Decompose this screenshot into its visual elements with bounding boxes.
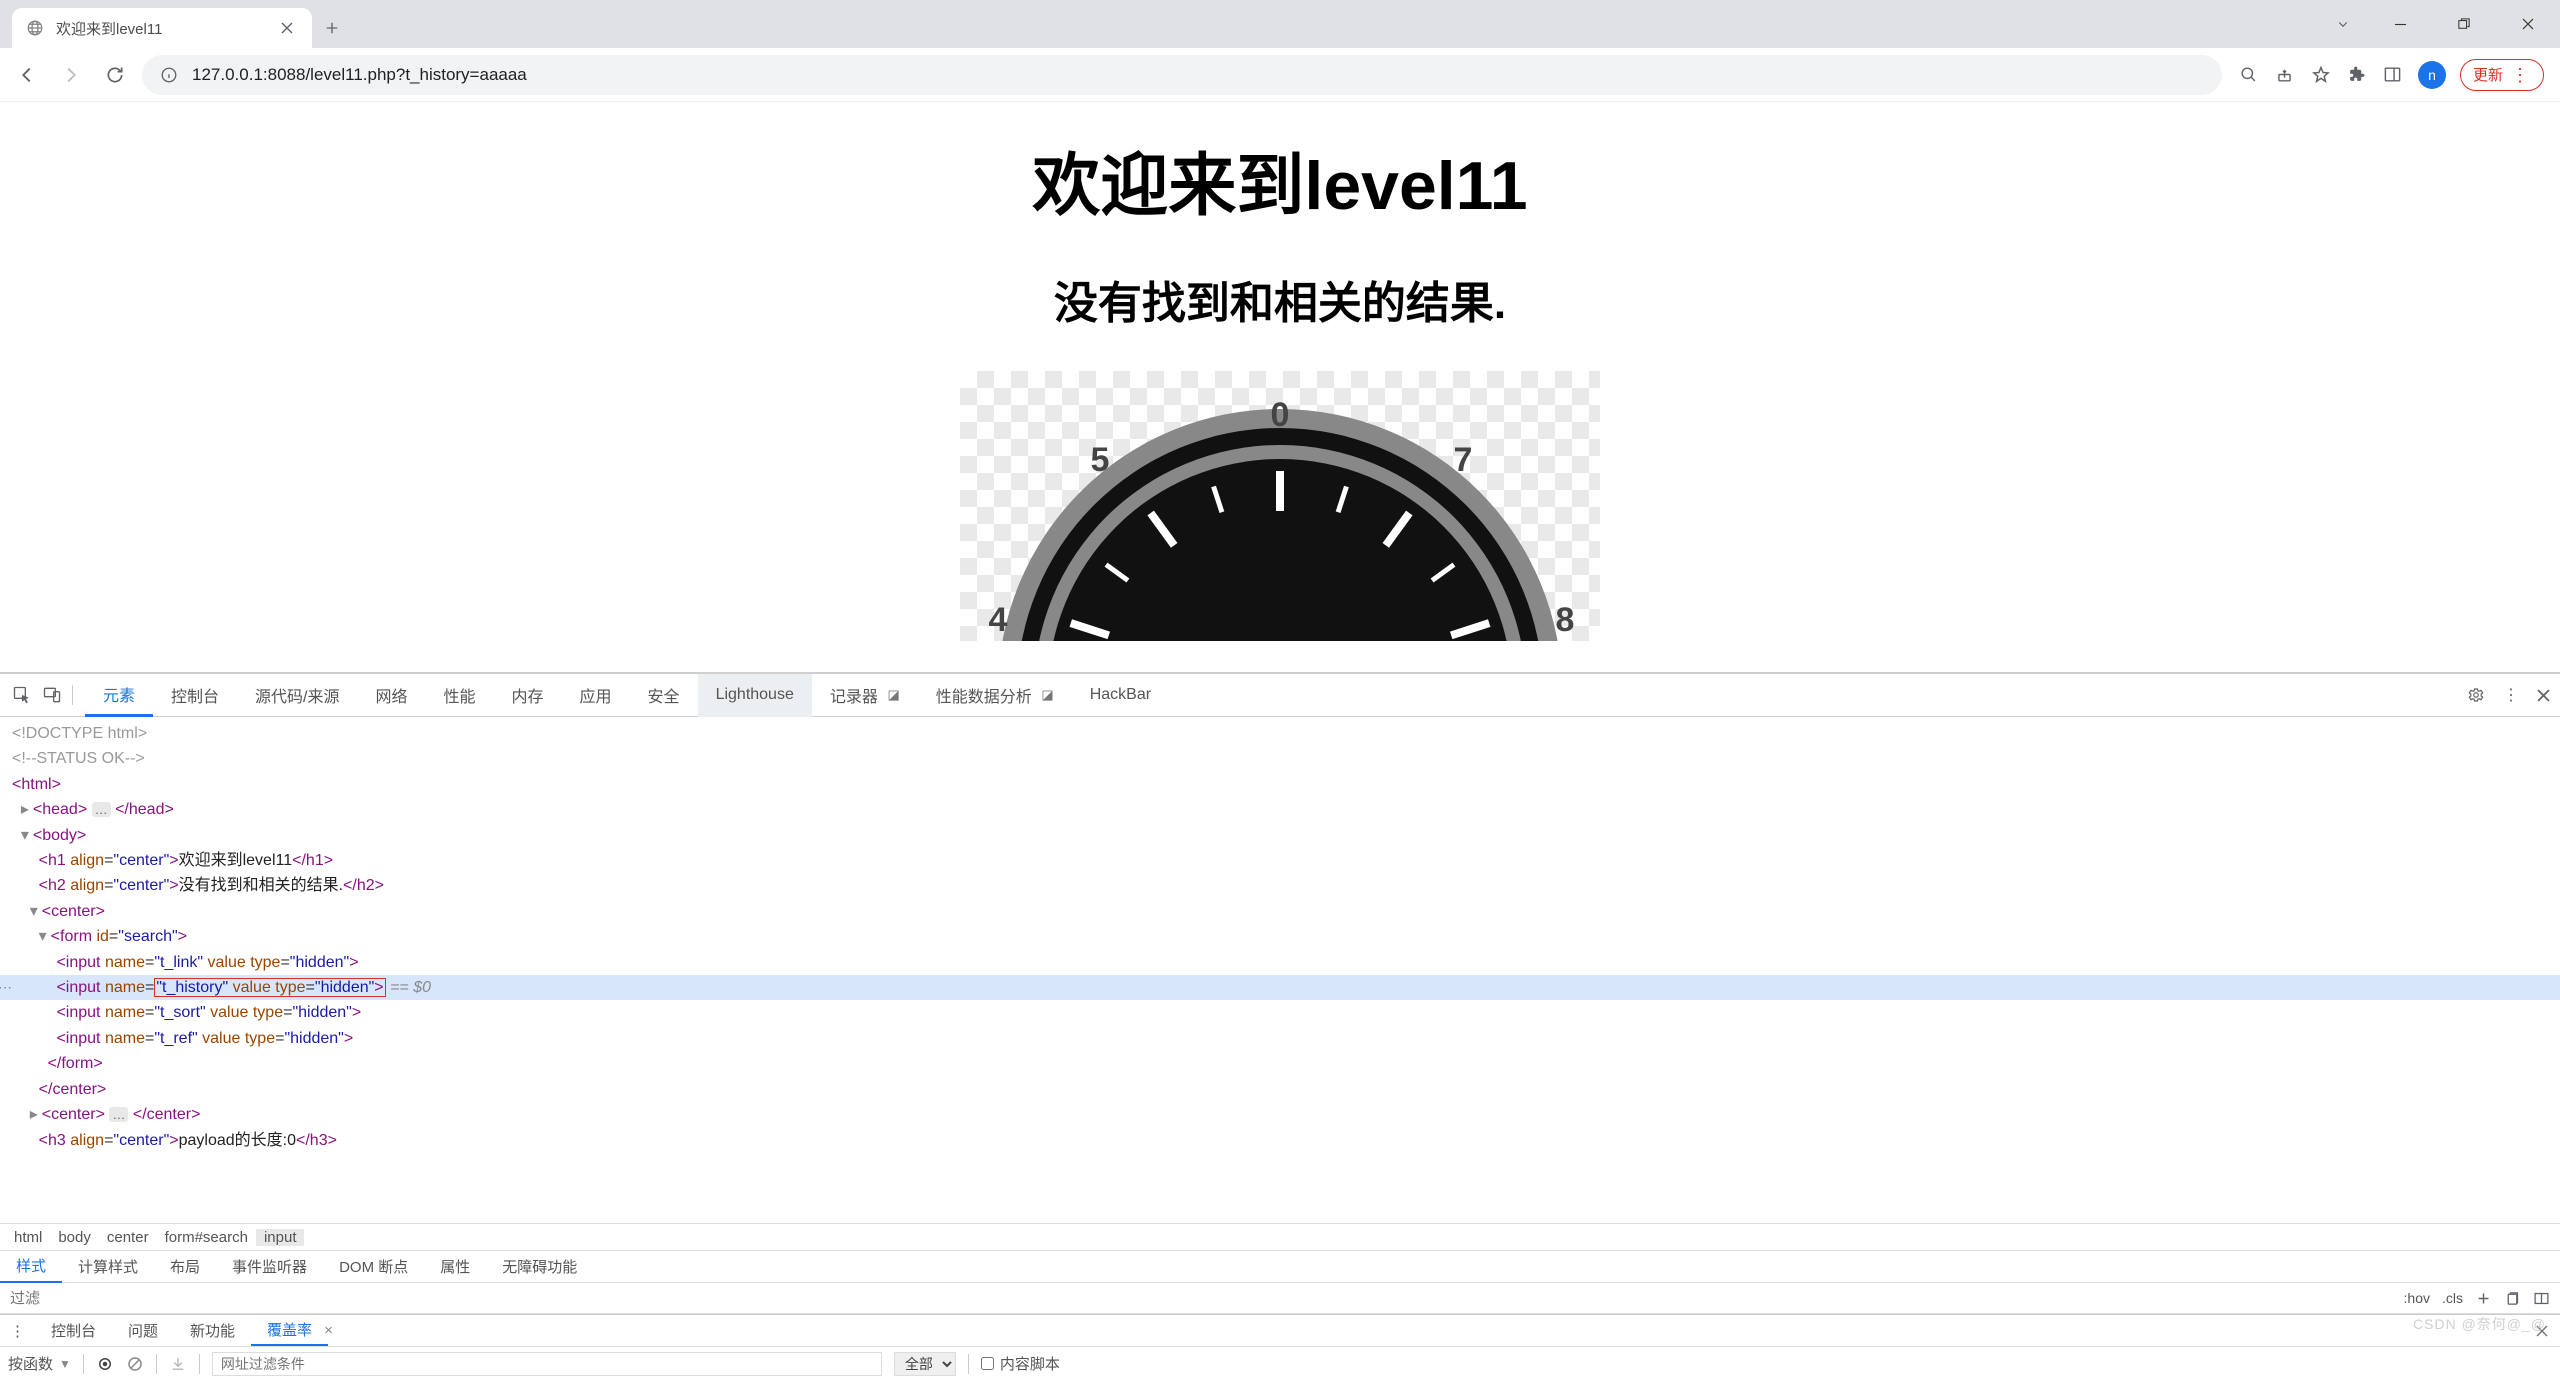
svg-text:5: 5: [1091, 441, 1110, 479]
selected-dom-node[interactable]: ⋯ <input name="t_history" value type="hi…: [0, 975, 2560, 1000]
devtools-tab-perf[interactable]: 性能: [426, 674, 494, 717]
window-close-button[interactable]: [2496, 0, 2560, 48]
devtools-tabs: 元素 控制台 源代码/来源 网络 性能 内存 应用 安全 Lighthouse …: [0, 674, 2560, 717]
coverage-type-select[interactable]: 全部: [894, 1352, 956, 1376]
bookmark-icon[interactable]: [2310, 64, 2332, 86]
clear-icon[interactable]: [126, 1355, 144, 1373]
svg-text:7: 7: [1454, 441, 1473, 479]
gear-icon[interactable]: [2467, 686, 2485, 704]
devtools-tab-perfinsights[interactable]: 性能数据分析 ◪: [918, 674, 1072, 717]
devtools-tab-recorder[interactable]: 记录器 ◪: [812, 674, 918, 717]
dombreak-tab[interactable]: DOM 断点: [323, 1250, 424, 1283]
gauge-image: 0 5 7 4 8: [960, 371, 1600, 641]
update-button[interactable]: 更新 ⋮: [2460, 59, 2544, 91]
devtools-drawer: ⋮ 控制台 问题 新功能 覆盖率 × 按函数▼ 全部 内容脚本: [0, 1314, 2560, 1380]
drawer-tab-issues[interactable]: 问题: [112, 1315, 174, 1346]
devtools-close-icon[interactable]: [2537, 689, 2550, 702]
browser-titlebar: 欢迎来到level11: [0, 0, 2560, 48]
cls-toggle[interactable]: .cls: [2442, 1290, 2463, 1306]
layout-tab[interactable]: 布局: [154, 1250, 216, 1283]
drawer-kebab[interactable]: ⋮: [0, 1322, 35, 1340]
drawer-tab-close-icon[interactable]: ×: [324, 1322, 333, 1339]
devtools: 元素 控制台 源代码/来源 网络 性能 内存 应用 安全 Lighthouse …: [0, 672, 2560, 1380]
device-icon[interactable]: [42, 685, 62, 705]
toolbar-icons: n 更新 ⋮: [2232, 59, 2550, 91]
browser-toolbar: 127.0.0.1:8088/level11.php?t_history=aaa…: [0, 48, 2560, 102]
record-icon[interactable]: [96, 1355, 114, 1373]
devtools-tab-hackbar[interactable]: HackBar: [1072, 674, 1169, 717]
dom-breadcrumb[interactable]: html body center form#search input: [0, 1223, 2560, 1250]
update-label: 更新: [2473, 64, 2503, 85]
devtools-tab-console[interactable]: 控制台: [153, 674, 237, 717]
page-viewport: 欢迎来到level11 没有找到和相关的结果.: [0, 102, 2560, 672]
more-actions-icon: ⋯: [0, 975, 14, 1000]
hov-toggle[interactable]: :hov: [2404, 1290, 2430, 1306]
styles-filter-row: :hov .cls: [0, 1283, 2560, 1314]
styles-tabs: 样式 计算样式 布局 事件监听器 DOM 断点 属性 无障碍功能: [0, 1250, 2560, 1283]
page-h2: 没有找到和相关的结果.: [0, 267, 2560, 331]
styles-tab[interactable]: 样式: [0, 1250, 62, 1283]
devtools-tab-lighthouse[interactable]: Lighthouse: [698, 674, 812, 717]
coverage-url-filter[interactable]: [212, 1352, 882, 1376]
plus-icon[interactable]: [2475, 1290, 2492, 1307]
extensions-icon[interactable]: [2346, 64, 2368, 86]
props-tab[interactable]: 属性: [424, 1250, 486, 1283]
share-icon[interactable]: [2274, 64, 2296, 86]
address-bar[interactable]: 127.0.0.1:8088/level11.php?t_history=aaa…: [142, 55, 2222, 95]
maximize-button[interactable]: [2432, 0, 2496, 48]
sidepanel-icon[interactable]: [2382, 64, 2404, 86]
dom-tree[interactable]: <!DOCTYPE html> <!--STATUS OK--> <html> …: [0, 717, 2560, 1223]
kebab-icon[interactable]: ⋮: [2503, 685, 2519, 705]
listeners-tab[interactable]: 事件监听器: [216, 1250, 323, 1283]
browser-tab[interactable]: 欢迎来到level11: [12, 8, 312, 48]
export-icon[interactable]: [169, 1355, 187, 1373]
forward-button[interactable]: [54, 58, 88, 92]
more-icon: ⋮: [2511, 66, 2529, 84]
a11y-tab[interactable]: 无障碍功能: [486, 1250, 593, 1283]
page-h1: 欢迎来到level11: [0, 130, 2560, 229]
window-controls: [2318, 0, 2560, 48]
coverage-toolbar: 按函数▼ 全部 内容脚本: [0, 1346, 2560, 1380]
inspect-icon[interactable]: [12, 685, 32, 705]
tabsearch-icon[interactable]: [2318, 0, 2368, 48]
copy-styles-icon[interactable]: [2504, 1290, 2521, 1307]
reload-button[interactable]: [98, 58, 132, 92]
coverage-mode-dropdown[interactable]: 按函数▼: [8, 1353, 71, 1374]
devtools-tab-security[interactable]: 安全: [630, 674, 698, 717]
url-text: 127.0.0.1:8088/level11.php?t_history=aaa…: [192, 65, 2204, 85]
devtools-tab-memory[interactable]: 内存: [494, 674, 562, 717]
watermark: CSDN @奈何@_@: [2413, 1314, 2546, 1334]
tab-title: 欢迎来到level11: [56, 18, 269, 39]
styles-filter-input[interactable]: [0, 1290, 2394, 1307]
svg-text:4: 4: [989, 601, 1008, 639]
back-button[interactable]: [10, 58, 44, 92]
toggle-layout-icon[interactable]: [2533, 1290, 2550, 1307]
avatar[interactable]: n: [2418, 61, 2446, 89]
globe-icon: [26, 19, 44, 37]
svg-text:0: 0: [1271, 396, 1290, 434]
drawer-tab-console[interactable]: 控制台: [35, 1315, 112, 1346]
site-info-icon[interactable]: [160, 66, 178, 84]
devtools-tab-elements[interactable]: 元素: [85, 674, 153, 717]
devtools-tab-app[interactable]: 应用: [562, 674, 630, 717]
drawer-tab-whatsnew[interactable]: 新功能: [174, 1315, 251, 1346]
close-icon[interactable]: [281, 22, 294, 35]
devtools-tab-sources[interactable]: 源代码/来源: [237, 674, 357, 717]
zoom-icon[interactable]: [2238, 64, 2260, 86]
coverage-content-scripts[interactable]: 内容脚本: [981, 1353, 1060, 1374]
computed-tab[interactable]: 计算样式: [62, 1250, 154, 1283]
devtools-tab-network[interactable]: 网络: [357, 674, 425, 717]
new-tab-button[interactable]: [312, 8, 352, 48]
minimize-button[interactable]: [2368, 0, 2432, 48]
svg-text:8: 8: [1556, 601, 1575, 639]
drawer-tab-coverage[interactable]: 覆盖率: [251, 1315, 328, 1346]
